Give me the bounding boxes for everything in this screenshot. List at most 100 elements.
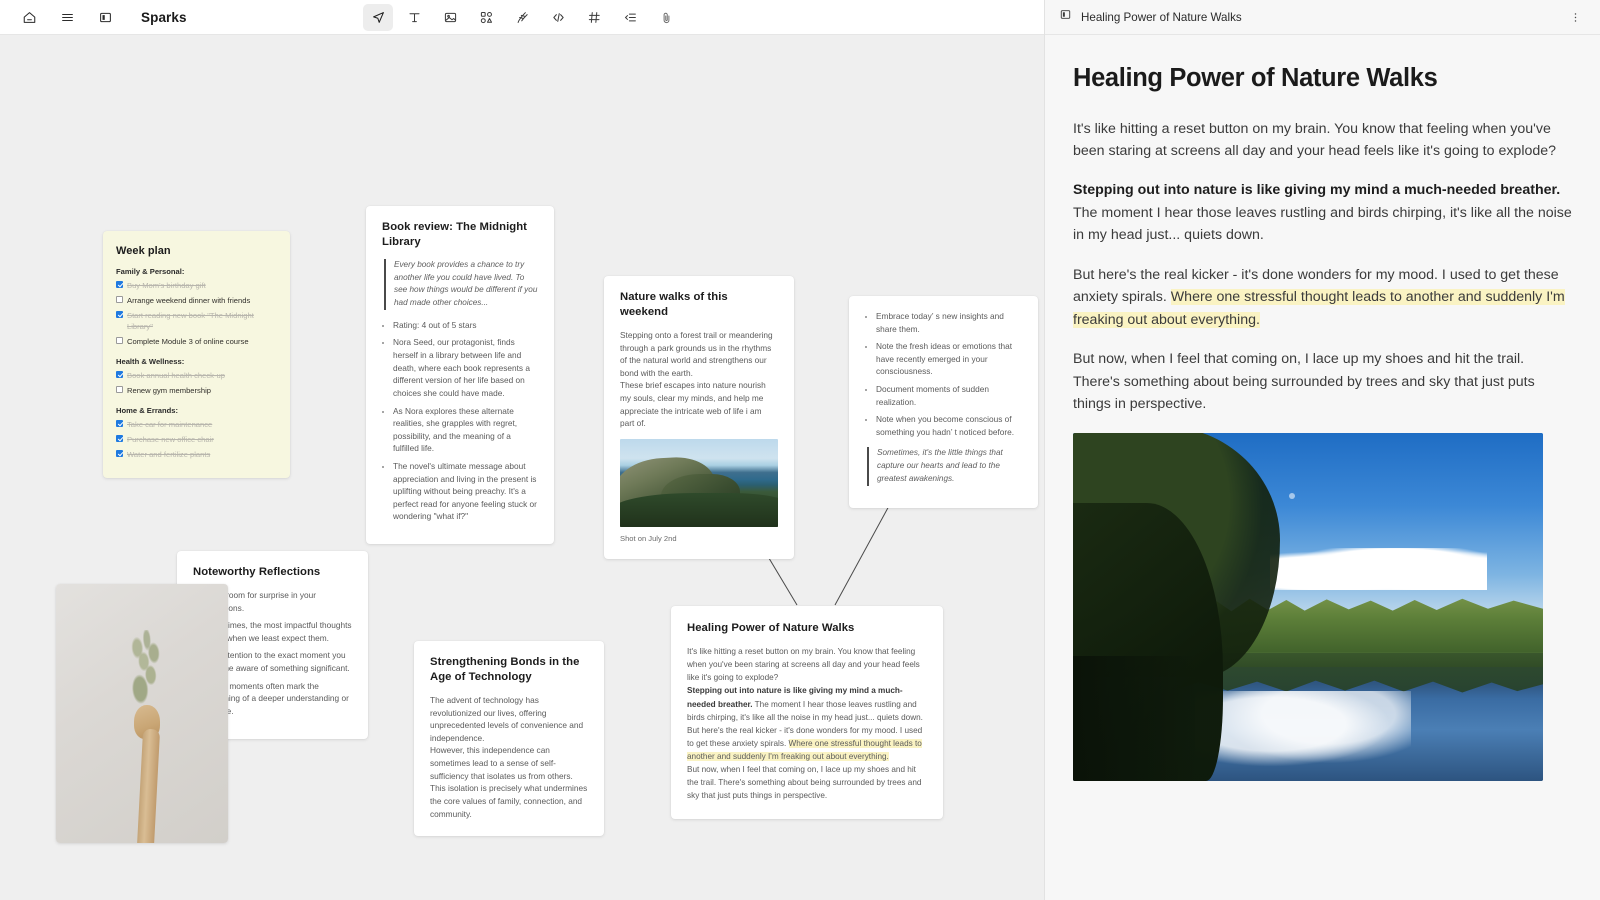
checklist-item[interactable]: Purchase new office chair [116, 434, 276, 445]
blockquote-text: Every book provides a chance to try anot… [394, 260, 538, 308]
checklist-item-label: Start reading new book "The Midnight Lib… [127, 310, 254, 331]
panel-title: Healing Power of Nature Walks [1081, 10, 1242, 24]
card-title: Week plan [116, 245, 171, 257]
paragraph: But now, when I feel that coming on, I l… [687, 765, 922, 801]
checkbox[interactable] [116, 371, 123, 379]
panel-body[interactable]: Healing Power of Nature Walks It's like … [1045, 35, 1600, 900]
select-pointer-tool[interactable] [363, 4, 393, 31]
forest-lake-reflection-photo [1073, 433, 1543, 782]
card-book-review[interactable]: Book review: The Midnight Library Every … [366, 206, 554, 544]
blockquote-text: Sometimes, it's the little things that c… [877, 448, 1003, 483]
checklist-item-label: Book annual health check-up [127, 370, 225, 380]
checklist-item-label: Purchase new office chair [127, 434, 214, 444]
blockquote: Every book provides a chance to try anot… [384, 259, 538, 310]
widgets-tool[interactable] [471, 4, 501, 31]
list-item: Note the fresh ideas or emotions that ha… [876, 340, 1022, 378]
checklist-group-label: Health & Wellness: [116, 356, 185, 366]
card-title: Book review: The Midnight Library [382, 221, 527, 249]
paragraph: But now, when I feel that coming on, I l… [1073, 351, 1535, 412]
checklist-item-label: Renew gym membership [127, 385, 211, 395]
checklist-item[interactable]: Renew gym membership [116, 385, 276, 396]
card-nature-walks[interactable]: Nature walks of this weekend Stepping on… [604, 276, 794, 559]
list-item: The novel's ultimate message about appre… [393, 460, 538, 523]
paragraph: The advent of technology has revolutioni… [430, 695, 584, 743]
paragraph: Stepping out into nature is like giving … [687, 684, 927, 723]
coastal-hillside-photo [620, 438, 778, 527]
checklist-item[interactable]: Complete Module 3 of online course [116, 336, 276, 347]
bold-lead: Stepping out into nature is like giving … [1073, 182, 1561, 199]
attachment-tool[interactable] [651, 4, 681, 31]
checkbox[interactable] [116, 450, 123, 458]
menu-icon[interactable] [48, 2, 86, 32]
paragraph: These brief escapes into nature nourish … [620, 380, 766, 429]
checklist-item[interactable]: Arrange weekend dinner with friends [116, 295, 276, 306]
photo-caption: Shot on July 2nd [620, 533, 677, 543]
document-title: Healing Power of Nature Walks [1073, 64, 1438, 92]
panel-toggle-icon[interactable] [86, 2, 124, 32]
blockquote: Sometimes, it's the little things that c… [867, 447, 1022, 486]
checklist-item[interactable]: Start reading new book "The Midnight Lib… [116, 310, 276, 332]
checklist-item-label: Complete Module 3 of online course [127, 336, 249, 346]
canvas-area: Sparks Week plan Family & Personal: Buy … [0, 0, 1044, 900]
card-insights[interactable]: Embrace today’ s new insights and share … [849, 296, 1038, 508]
checkbox[interactable] [116, 435, 123, 443]
paragraph: Stepping onto a forest trail or meanderi… [620, 330, 773, 378]
checklist-group-label: Family & Personal: [116, 266, 185, 276]
text-tool[interactable] [399, 4, 429, 31]
checkbox[interactable] [116, 337, 123, 345]
card-title: Nature walks of this weekend [620, 291, 728, 319]
checklist-item-label: Arrange weekend dinner with friends [127, 295, 251, 305]
checklist-item-label: Take car for maintenance [127, 419, 213, 429]
frame-tool[interactable] [579, 4, 609, 31]
checklist-item[interactable]: Buy Mom's birthday gift [116, 280, 276, 291]
note-icon [1059, 8, 1072, 26]
paragraph: But here's the real kicker - it's done w… [687, 724, 927, 763]
card-photo[interactable] [56, 584, 228, 843]
checkbox[interactable] [116, 386, 123, 394]
list-tool[interactable] [615, 4, 645, 31]
paragraph: However, this independence can sometimes… [430, 745, 588, 819]
checklist-item[interactable]: Book annual health check-up [116, 370, 276, 381]
paragraph: But here's the real kicker - it's done w… [1073, 264, 1572, 331]
checklist-group-label: Home & Errands: [116, 405, 179, 415]
hand-holding-dried-plant-photo [56, 584, 228, 843]
bullet-list: Rating: 4 out of 5 stars Nora Seed, our … [382, 319, 538, 523]
list-item: Embrace today’ s new insights and share … [876, 310, 1022, 335]
paragraph: It's like hitting a reset button on my b… [1073, 120, 1557, 160]
card-healing-power[interactable]: Healing Power of Nature Walks It's like … [671, 606, 943, 819]
document-panel: Healing Power of Nature Walks Healing Po… [1044, 0, 1600, 900]
code-tool[interactable] [543, 4, 573, 31]
card-title: Noteworthy Reflections [193, 566, 321, 578]
list-item: Note when you become conscious of someth… [876, 413, 1022, 438]
checkbox[interactable] [116, 420, 123, 428]
list-item: Document moments of sudden realization. [876, 383, 1022, 408]
bullet-list: Embrace today’ s new insights and share … [865, 310, 1022, 438]
checkbox[interactable] [116, 281, 123, 289]
home-icon[interactable] [10, 2, 48, 32]
checklist-item[interactable]: Water and fertilize plants [116, 449, 276, 460]
card-title: Healing Power of Nature Walks [687, 622, 855, 634]
list-item: As Nora explores these alternate realiti… [393, 405, 538, 455]
checkbox[interactable] [116, 296, 123, 304]
app-title: Sparks [141, 9, 187, 25]
paragraph-rest: The moment I hear those leaves rustling … [1073, 204, 1572, 244]
card-week-plan[interactable]: Week plan Family & Personal: Buy Mom's b… [103, 231, 290, 478]
top-toolbar: Sparks [0, 0, 1044, 35]
card-strengthening-bonds[interactable]: Strengthening Bonds in the Age of Techno… [414, 641, 604, 837]
checklist-item-label: Water and fertilize plants [127, 449, 211, 459]
app-root: Sparks Week plan Family & Personal: Buy … [0, 0, 1600, 900]
toolbar-left-group: Sparks [0, 2, 187, 32]
list-item: Nora Seed, our protagonist, finds hersel… [393, 336, 538, 399]
checklist-item-label: Buy Mom's birthday gift [127, 280, 206, 290]
paragraph: Stepping out into nature is like giving … [1073, 179, 1572, 246]
draw-tool[interactable] [507, 4, 537, 31]
panel-header: Healing Power of Nature Walks [1045, 0, 1600, 35]
infinite-canvas[interactable]: Week plan Family & Personal: Buy Mom's b… [0, 35, 1044, 900]
card-title: Strengthening Bonds in the Age of Techno… [430, 656, 580, 684]
checkbox[interactable] [116, 311, 123, 319]
list-item: Rating: 4 out of 5 stars [393, 319, 538, 332]
image-tool[interactable] [435, 4, 465, 31]
checklist-item[interactable]: Take car for maintenance [116, 419, 276, 430]
paragraph: It's like hitting a reset button on my b… [687, 647, 920, 683]
more-vertical-icon[interactable] [1564, 6, 1586, 28]
